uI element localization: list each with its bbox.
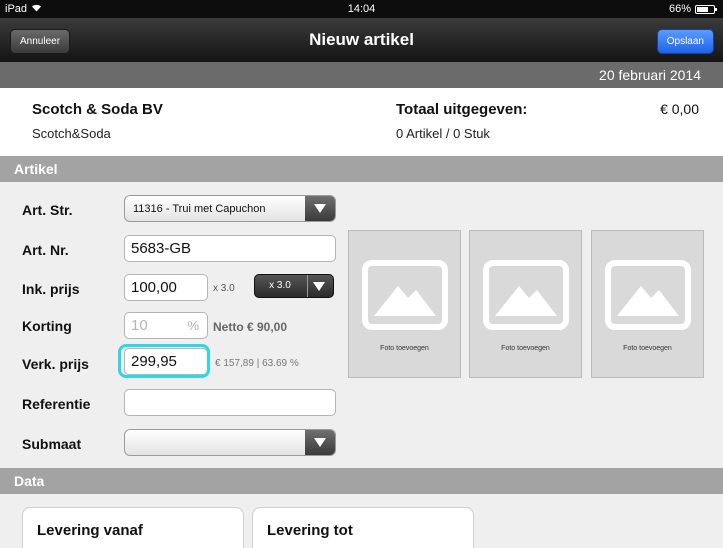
- chevron-down-icon[interactable]: [305, 196, 335, 221]
- date-label: 20 februari 2014: [599, 67, 701, 83]
- art-str-label: Art. Str.: [22, 202, 73, 218]
- art-str-value: 11316 - Trui met Capuchon: [133, 203, 266, 215]
- percent-sign: %: [187, 318, 199, 333]
- photo-caption: Foto toevoegen: [623, 345, 672, 352]
- add-photo-2[interactable]: Foto toevoegen: [469, 230, 582, 378]
- reference-input[interactable]: [124, 389, 336, 416]
- image-placeholder-icon: [605, 260, 691, 330]
- photo-caption: Foto toevoegen: [501, 345, 550, 352]
- image-placeholder-icon: [483, 260, 569, 330]
- multiplier-value: x 3.0: [269, 280, 291, 291]
- reference-label: Referentie: [22, 396, 91, 412]
- supplier-brand: Scotch&Soda: [32, 126, 111, 141]
- chevron-down-icon: [313, 282, 325, 291]
- delivery-to-card[interactable]: Levering tot: [252, 507, 474, 548]
- netto-price: Netto € 90,00: [213, 320, 288, 334]
- add-photo-3[interactable]: Foto toevoegen: [591, 230, 704, 378]
- add-photo-1[interactable]: Foto toevoegen: [348, 230, 461, 378]
- section-header-data: Data: [0, 468, 723, 494]
- navigation-bar: Annuleer Nieuw artikel Opslaan: [0, 18, 723, 62]
- discount-label: Korting: [22, 318, 72, 334]
- battery-percent: 66%: [668, 3, 691, 15]
- photo-caption: Foto toevoegen: [380, 345, 429, 352]
- delivery-from-card[interactable]: Levering vanaf: [22, 507, 244, 548]
- art-nr-label: Art. Nr.: [22, 242, 69, 258]
- submaat-select[interactable]: [124, 429, 336, 456]
- section-title: Artikel: [14, 161, 58, 177]
- art-str-select[interactable]: 11316 - Trui met Capuchon: [124, 195, 336, 222]
- total-summary: 0 Artikel / 0 Stuk: [396, 126, 490, 141]
- purchase-price-input[interactable]: 100,00: [124, 274, 208, 301]
- purchase-price-label: Ink. prijs: [22, 281, 80, 297]
- delivery-to-label: Levering tot: [267, 522, 353, 539]
- battery-icon: [695, 4, 717, 14]
- status-time: 14:04: [347, 3, 376, 15]
- sale-margin-note: € 157,89 | 63.69 %: [215, 358, 299, 369]
- art-nr-input[interactable]: 5683-GB: [124, 235, 336, 262]
- total-spent-value: € 0,00: [660, 101, 699, 117]
- discount-input[interactable]: 10 %: [124, 312, 208, 339]
- section-title: Data: [14, 473, 45, 489]
- focus-highlight: [118, 344, 210, 378]
- multiplier-select[interactable]: x 3.0: [254, 274, 334, 298]
- total-spent-label: Totaal uitgegeven:: [396, 101, 528, 118]
- section-header-artikel: Artikel: [0, 156, 723, 182]
- multiplier-note: x 3.0: [213, 283, 235, 294]
- page-title: Nieuw artikel: [309, 30, 414, 49]
- save-button[interactable]: Opslaan: [656, 29, 714, 54]
- submaat-label: Submaat: [22, 436, 82, 452]
- date-bar: 20 februari 2014: [0, 62, 723, 88]
- status-bar: iPad 14:04 66%: [0, 0, 723, 18]
- divider: [307, 275, 308, 297]
- chevron-down-icon[interactable]: [305, 430, 335, 455]
- discount-placeholder: 10: [131, 317, 148, 334]
- supplier-name: Scotch & Soda BV: [32, 101, 163, 118]
- delivery-from-label: Levering vanaf: [37, 522, 143, 539]
- sale-price-label: Verk. prijs: [22, 356, 89, 372]
- image-placeholder-icon: [362, 260, 448, 330]
